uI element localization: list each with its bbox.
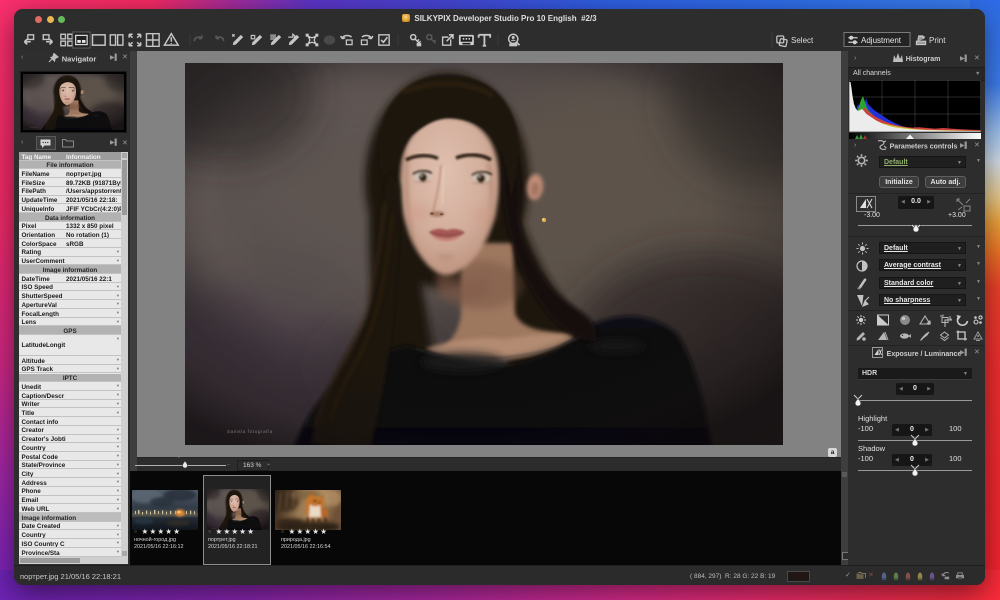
svg-text:Select: Select	[791, 36, 814, 45]
svg-text:Adjustment: Adjustment	[861, 36, 902, 45]
svg-text:Print: Print	[929, 36, 946, 45]
